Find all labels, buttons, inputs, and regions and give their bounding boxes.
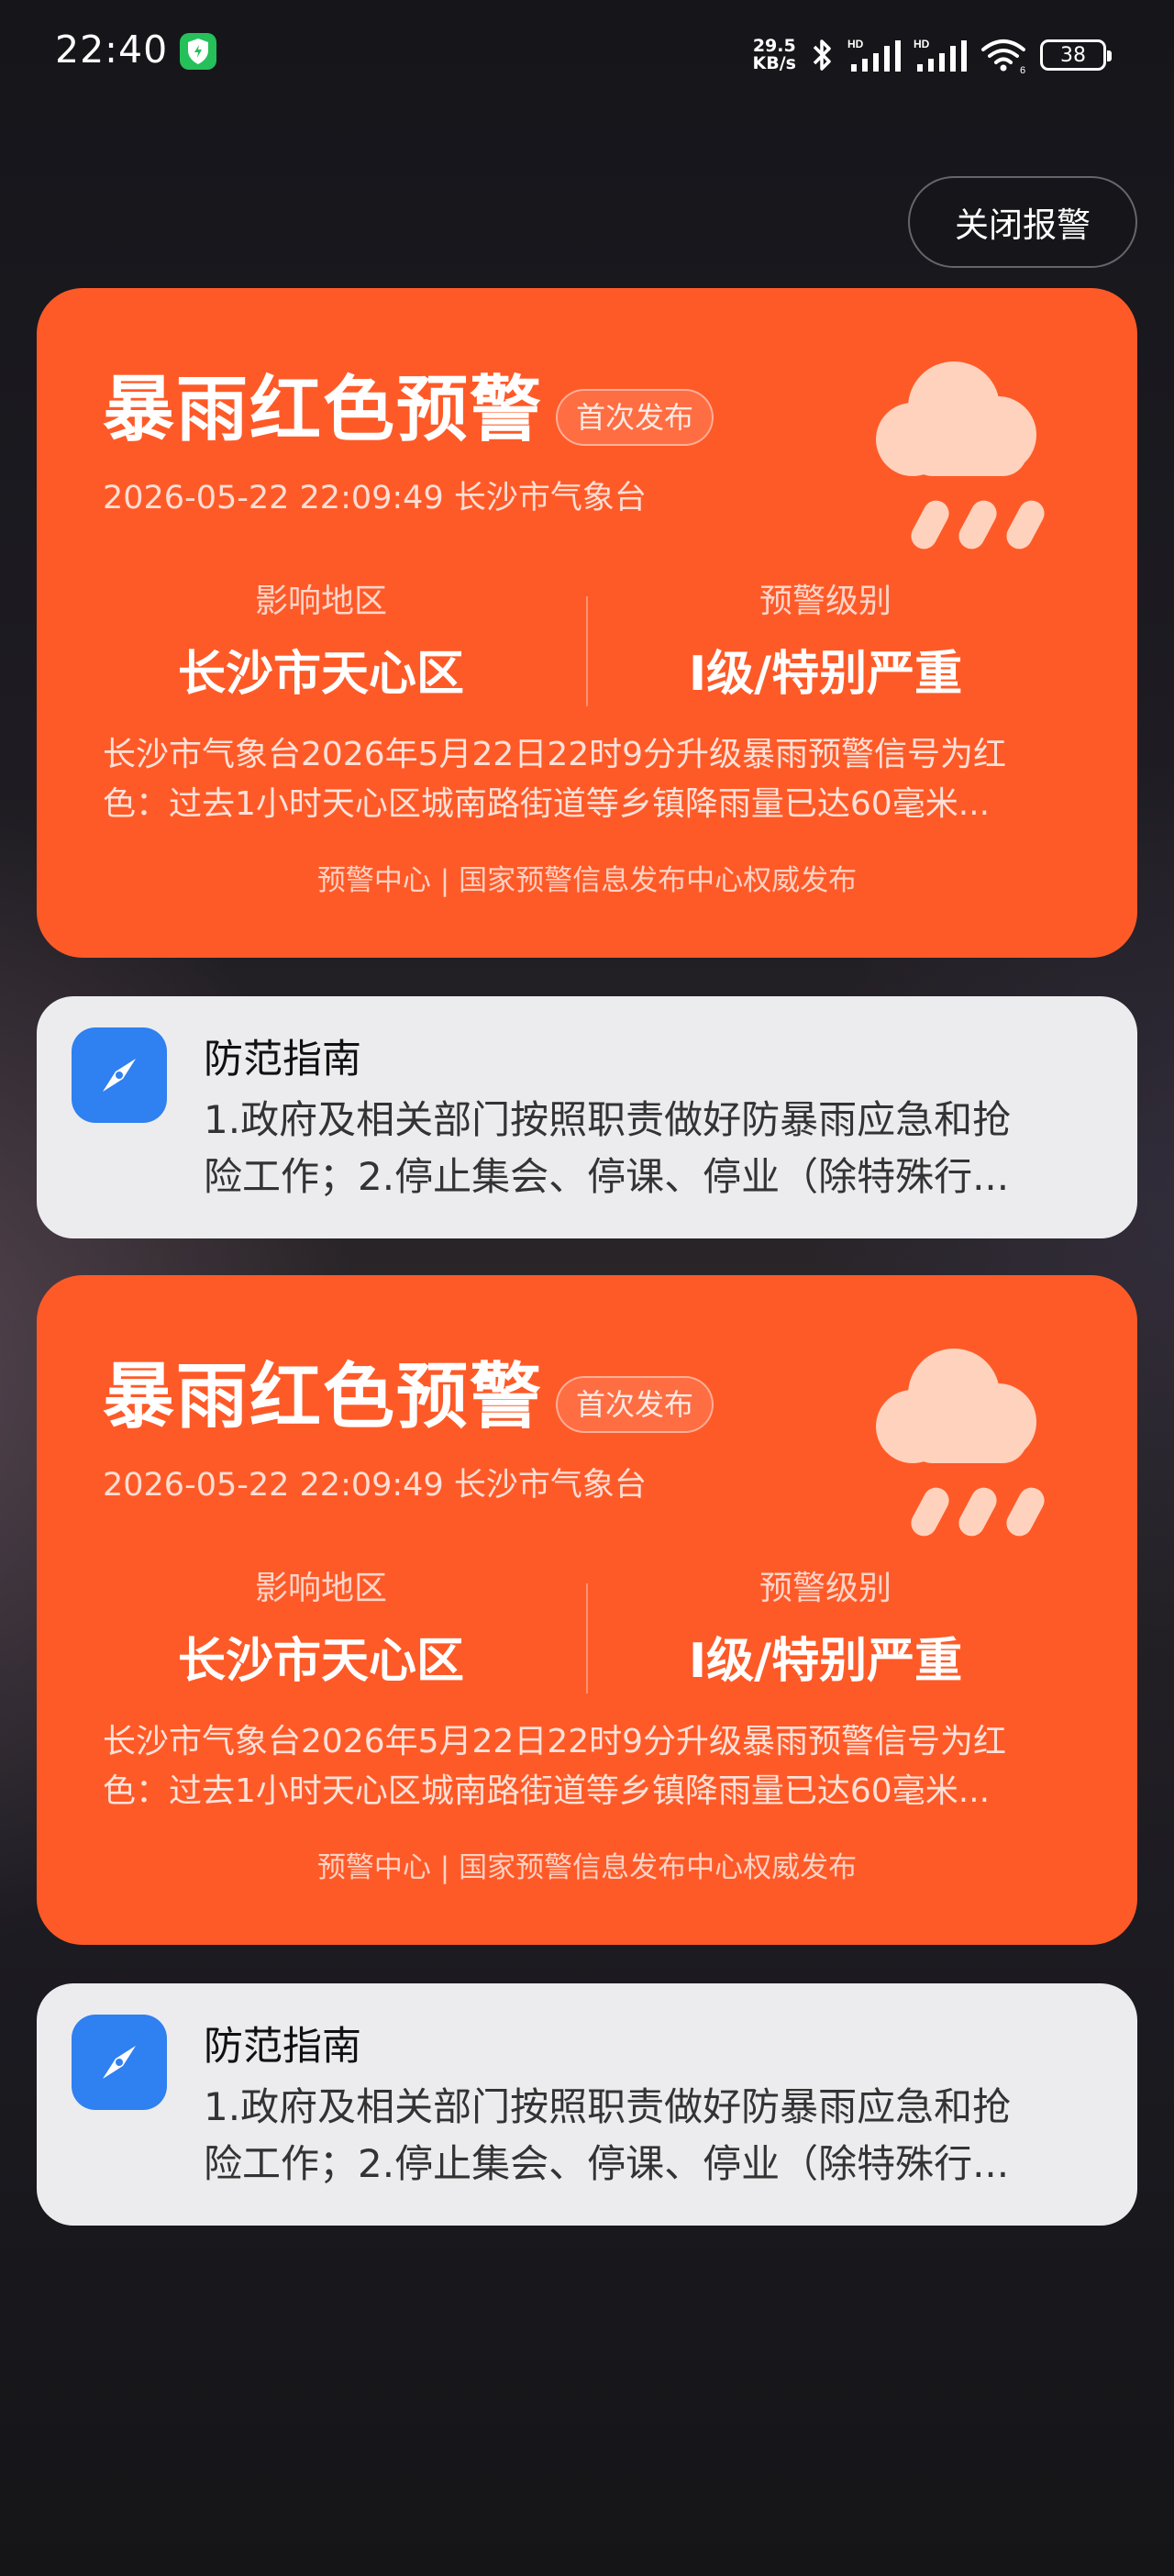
level-label: 预警级别 — [759, 583, 892, 620]
alert-title: 暴雨红色预警 — [103, 369, 544, 451]
signal-hd-2-icon: HD — [914, 37, 967, 73]
level-value: I级/特别严重 — [688, 1634, 963, 1689]
svg-text:6: 6 — [1020, 65, 1025, 73]
alert-card[interactable]: 暴雨红色预警 首次发布 2026-05-22 22:09:49 长沙市气象台 影… — [37, 1275, 1137, 1945]
area-label: 影响地区 — [254, 1570, 387, 1607]
net-speed: 29.5 KB/s — [752, 36, 796, 73]
guide-card[interactable]: 防范指南 1.政府及相关部门按照职责做好防暴雨应急和抢 险工作；2.停止集会、停… — [37, 1983, 1137, 2226]
heavy-rain-icon — [876, 361, 1045, 550]
alert-description: 长沙市气象台2026年5月22日22时9分升级暴雨预警信号为红 色：过去1小时天… — [103, 736, 1007, 823]
bluetooth-icon — [809, 37, 835, 73]
close-alarm-button[interactable]: 关闭报警 — [908, 176, 1137, 268]
alert-description: 长沙市气象台2026年5月22日22时9分升级暴雨预警信号为红 色：过去1小时天… — [103, 1723, 1007, 1810]
guide-title: 防范指南 — [204, 1037, 361, 1083]
svg-text:HD: HD — [847, 38, 864, 50]
level-value: I级/特别严重 — [688, 647, 963, 702]
alert-source: 预警中心 | 国家预警信息发布中心权威发布 — [316, 864, 858, 897]
guide-title: 防范指南 — [204, 2024, 361, 2070]
status-time: 22:40 — [55, 28, 169, 72]
guide-card[interactable]: 防范指南 1.政府及相关部门按照职责做好防暴雨应急和抢 险工作；2.停止集会、停… — [37, 996, 1137, 1238]
status-bar: 22:40 29.5 KB/s HD HD 6 38 — [0, 0, 1174, 108]
wifi-icon: 6 — [980, 37, 1027, 73]
warning-level: 预警级别 I级/特别严重 — [587, 1561, 1064, 1691]
alert-title: 暴雨红色预警 — [103, 1356, 544, 1438]
status-icons: 29.5 KB/s HD HD 6 38 — [752, 33, 1112, 77]
svg-text:HD: HD — [914, 38, 930, 50]
level-label: 预警级别 — [759, 1570, 892, 1607]
compass-icon — [72, 2015, 167, 2110]
affected-area: 影响地区 长沙市天心区 — [83, 574, 559, 704]
area-value: 长沙市天心区 — [177, 647, 464, 702]
alert-source: 预警中心 | 国家预警信息发布中心权威发布 — [316, 1851, 858, 1884]
guide-text: 1.政府及相关部门按照职责做好防暴雨应急和抢 险工作；2.停止集会、停课、停业（… — [204, 2084, 1012, 2186]
heavy-rain-icon — [876, 1349, 1045, 1537]
alert-card[interactable]: 暴雨红色预警 首次发布 2026-05-22 22:09:49 长沙市气象台 影… — [37, 288, 1137, 958]
alert-meta: 2026-05-22 22:09:49 长沙市气象台 — [103, 480, 647, 516]
status-badge: 首次发布 — [556, 1376, 714, 1433]
battery-icon: 38 — [1040, 39, 1112, 71]
area-value: 长沙市天心区 — [177, 1634, 464, 1689]
compass-icon — [72, 1027, 167, 1123]
security-shield-icon — [180, 33, 216, 70]
guide-text: 1.政府及相关部门按照职责做好防暴雨应急和抢 险工作；2.停止集会、停课、停业（… — [204, 1097, 1012, 1199]
area-label: 影响地区 — [254, 583, 387, 620]
status-badge: 首次发布 — [556, 389, 714, 446]
alert-meta: 2026-05-22 22:09:49 长沙市气象台 — [103, 1467, 647, 1504]
affected-area: 影响地区 长沙市天心区 — [83, 1561, 559, 1691]
warning-level: 预警级别 I级/特别严重 — [587, 574, 1064, 704]
signal-hd-1-icon: HD — [847, 37, 901, 73]
